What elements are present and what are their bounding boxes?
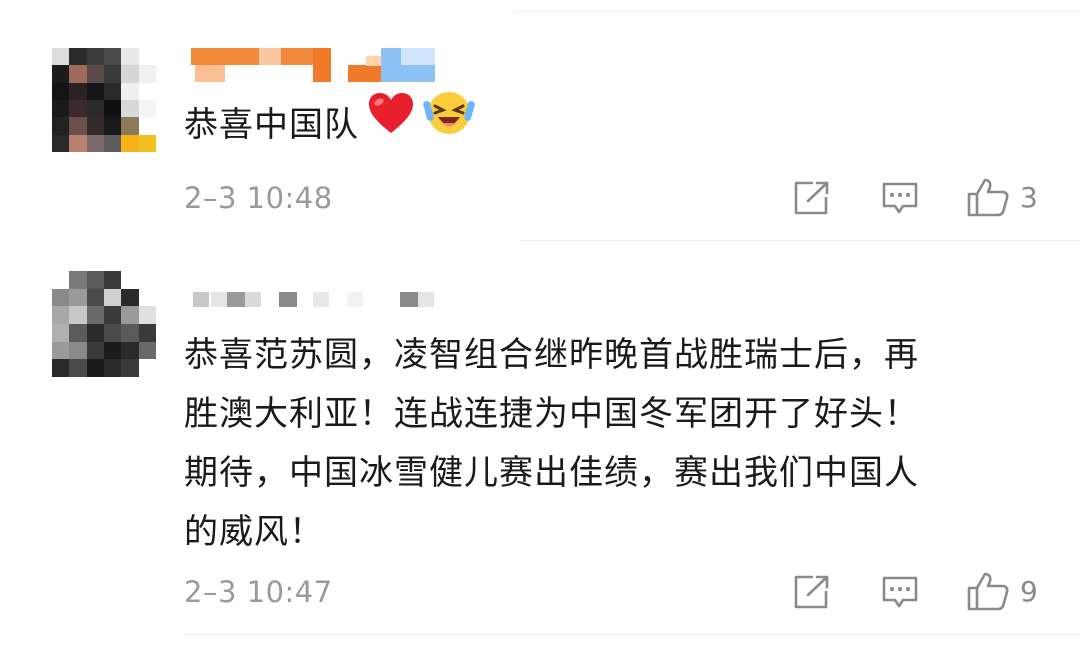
avatar[interactable] [52,48,156,152]
comment-icon [882,182,918,214]
reply-button[interactable] [881,181,919,217]
laughing-face-icon [423,89,475,156]
comment-line: 的威风！ [184,512,324,552]
comment-text: 恭喜中国队 [184,91,475,160]
comment-body: 恭喜中国队 [184,105,359,145]
comment-list: 恭喜中国队 2–3 10:48 3 恭喜范苏圆，凌智组合继昨晚首战胜瑞士后，再 … [0,0,1080,657]
repost-icon [794,575,829,609]
repost-button[interactable] [793,180,831,216]
heart-icon [367,91,415,154]
thumbs-up-icon [967,572,1009,611]
comment-line: 胜澳大利亚！连战连捷为中国冬军团开了好头！ [184,394,919,434]
repost-button[interactable] [793,574,831,610]
like-button[interactable]: 9 [966,570,1038,612]
comment-divider [520,240,1080,241]
avatar[interactable] [52,271,156,377]
like-count: 3 [1020,180,1038,214]
like-count: 9 [1020,574,1038,608]
comment-text: 恭喜范苏圆，凌智组合继昨晚首战胜瑞士后，再 胜澳大利亚！连战连捷为中国冬军团开了… [184,326,919,562]
username[interactable] [185,292,435,308]
repost-icon [794,181,829,215]
comment-icon [882,576,918,608]
top-divider [515,11,1080,12]
timestamp: 2–3 10:48 [184,181,333,215]
username[interactable] [185,48,435,82]
like-button[interactable]: 3 [966,176,1038,218]
comment-line: 恭喜范苏圆，凌智组合继昨晚首战胜瑞士后，再 [184,335,919,375]
timestamp: 2–3 10:47 [184,575,333,609]
comment-line: 期待，中国冰雪健儿赛出佳绩，赛出我们中国人 [184,453,919,493]
reply-button[interactable] [881,575,919,611]
thumbs-up-icon [967,178,1009,217]
bottom-divider [183,634,1080,635]
